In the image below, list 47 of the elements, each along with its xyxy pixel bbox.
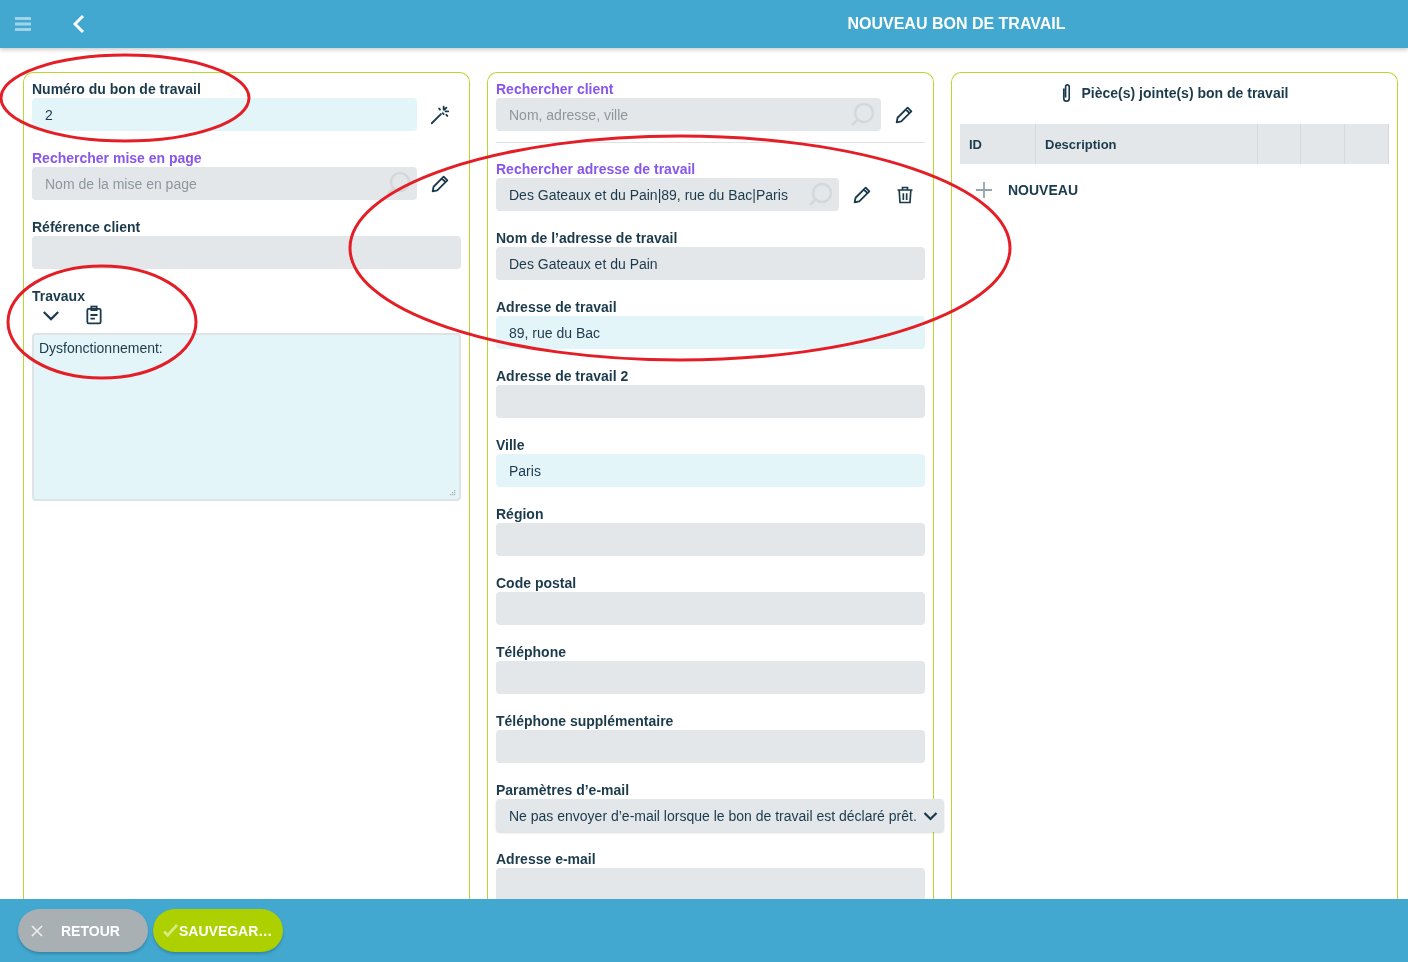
new-attachment-button[interactable]: NOUVEAU [976, 176, 1078, 204]
input-field[interactable] [496, 523, 925, 556]
column-header[interactable]: Description [1036, 124, 1258, 164]
field-label: Adresse e-mail [496, 851, 597, 867]
attachments-title: Pièce(s) jointe(s) bon de travail [1081, 85, 1289, 101]
field-label: Rechercher mise en page [32, 150, 203, 166]
resize-grip-icon[interactable] [450, 490, 456, 496]
input-field[interactable]: Des Gateaux et du Pain [496, 247, 925, 280]
chevron-down-icon[interactable] [42, 309, 60, 321]
input-field[interactable]: Paris [496, 454, 925, 487]
field-label: Téléphone [496, 644, 567, 660]
input-field[interactable]: 2 [32, 98, 417, 131]
field-label: Nom de l’adresse de travail [496, 230, 679, 246]
checkmark-icon [163, 924, 178, 937]
close-icon [31, 924, 43, 937]
field-label: Adresse de travail [496, 299, 618, 315]
field-label: Rechercher adresse de travail [496, 161, 697, 177]
input-field[interactable]: 89, rue du Bac [496, 316, 925, 349]
field-label: Téléphone supplémentaire [496, 713, 675, 729]
input-field[interactable] [496, 592, 925, 625]
email-settings-dropdown[interactable]: Ne pas envoyer d’e-mail lorsque le bon de travail est déclaré prêt. [496, 799, 944, 832]
input-field[interactable] [496, 868, 925, 899]
input-field[interactable] [32, 236, 461, 269]
field-label: Référence client [32, 219, 142, 235]
field-label: Numéro du bon de travail [32, 81, 202, 97]
plus-icon [976, 182, 992, 198]
chevron-down-icon [923, 810, 938, 821]
field-label: Travaux [32, 288, 86, 304]
back-icon[interactable] [73, 14, 85, 34]
field-label: Paramètres d’e-mail [496, 782, 631, 798]
input-field[interactable] [496, 385, 925, 418]
field-label: Ville [496, 437, 526, 453]
input-field[interactable] [496, 661, 925, 694]
field-label: Région [496, 506, 545, 522]
menu-icon[interactable] [15, 17, 31, 31]
page-title: NOUVEAU BON DE TRAVAIL [847, 15, 1066, 32]
search-field[interactable]: Des Gateaux et du Pain|89, rue du Bac|Paris [496, 178, 839, 211]
field-label: Adresse de travail 2 [496, 368, 630, 384]
field-label: Rechercher client [496, 81, 615, 97]
magic-wand-icon[interactable] [429, 103, 451, 126]
field-label: Code postal [496, 575, 578, 591]
paperclip-icon [1060, 83, 1072, 103]
text-area[interactable]: Dysfonctionnement: [32, 333, 461, 501]
column-header[interactable]: ID [960, 124, 1036, 164]
search-icon [385, 170, 411, 197]
input-field[interactable] [496, 730, 925, 763]
clipboard-icon[interactable] [86, 305, 102, 325]
